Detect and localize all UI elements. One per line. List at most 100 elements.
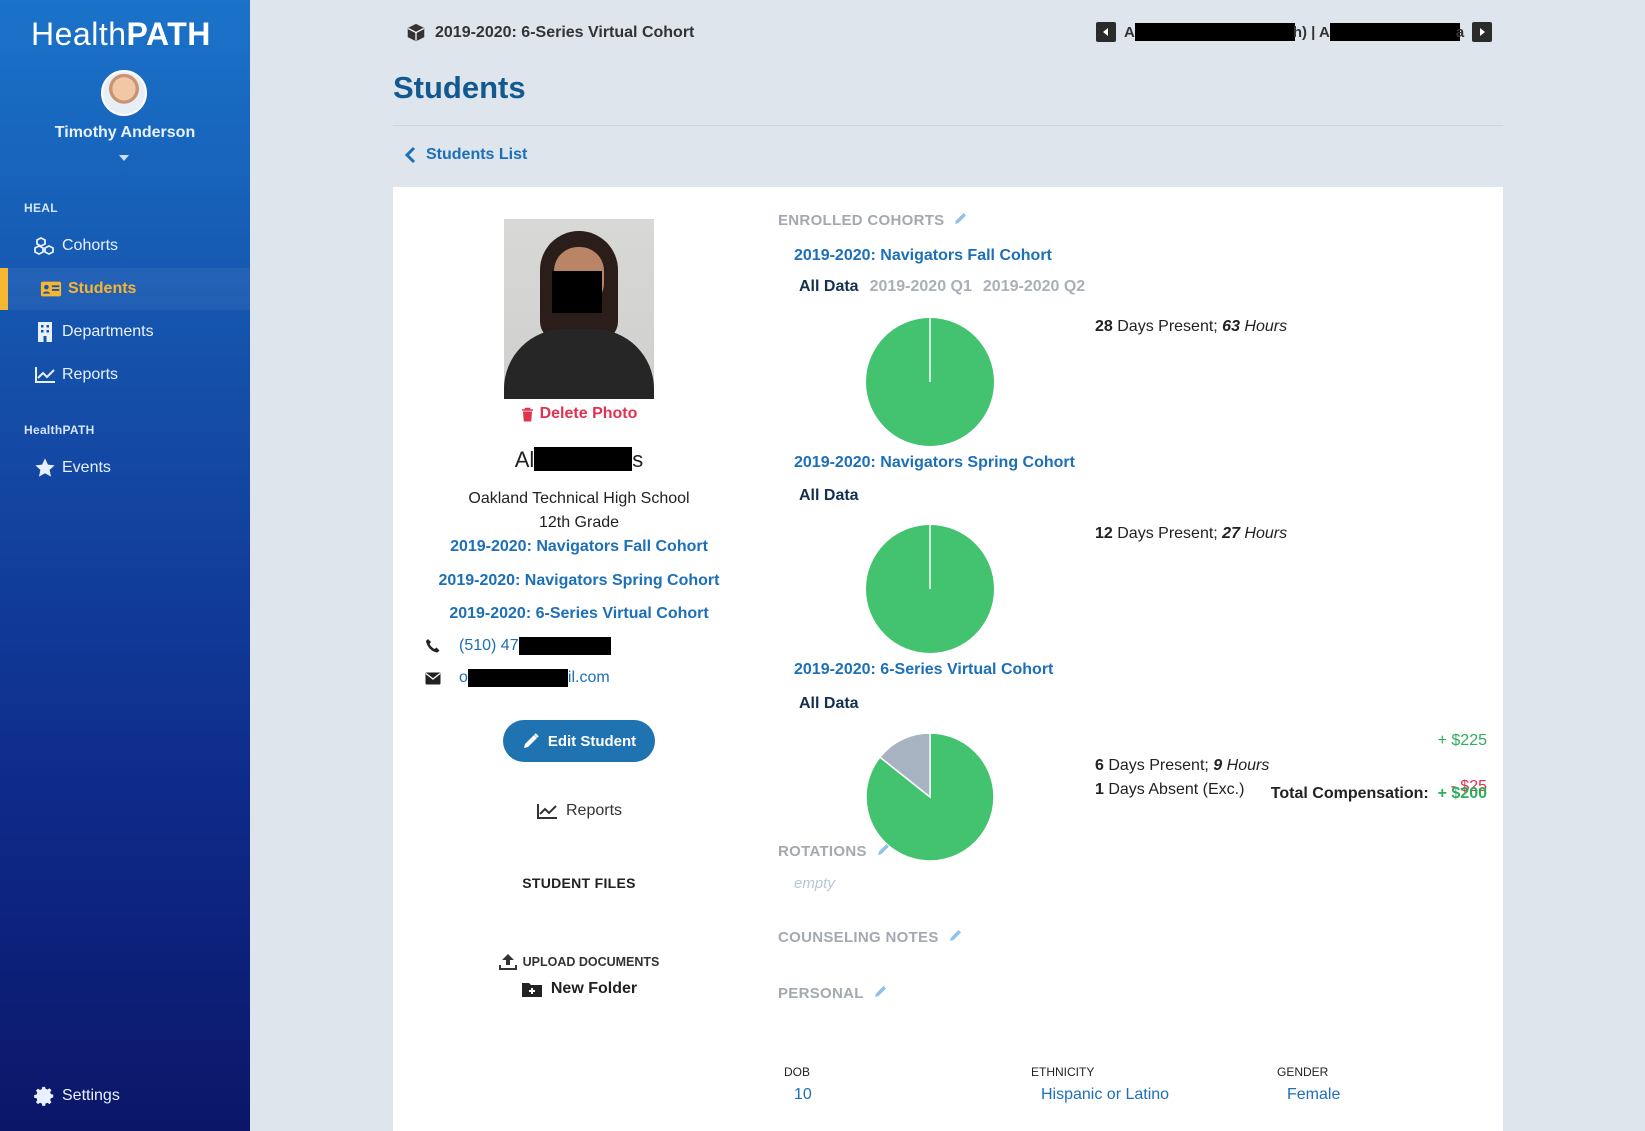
- previous-student-name[interactable]: A: [1124, 24, 1135, 41]
- pencil-icon: [523, 733, 539, 748]
- gear-icon: [34, 1085, 56, 1107]
- counseling-notes-heading: COUNSELING NOTES: [778, 928, 963, 946]
- students-list-link-label: Students List: [426, 146, 528, 163]
- next-student-name[interactable]: a: [1456, 24, 1464, 41]
- cubes-icon: [34, 235, 56, 257]
- phone-number: (510) 47: [459, 637, 519, 654]
- trash-icon: [521, 407, 533, 421]
- enrolled-cohort-name[interactable]: 2019-2020: Navigators Fall Cohort: [794, 247, 1052, 265]
- redaction: [1134, 23, 1295, 41]
- email-start: o: [459, 669, 468, 686]
- sidebar-item-reports[interactable]: Reports: [0, 354, 250, 396]
- sidebar-item-label: Reports: [62, 366, 119, 383]
- redaction: [1329, 23, 1460, 41]
- attendance-summary: 12 Days Present; 27 Hours: [1095, 525, 1288, 542]
- app-logo[interactable]: HealthPATH: [31, 16, 211, 53]
- student-nav-separator: h) | A: [1292, 23, 1330, 41]
- delete-photo-label: Delete Photo: [539, 405, 638, 422]
- section-label-healthpath: HealthPATH: [24, 423, 95, 437]
- new-folder-label: New Folder: [550, 980, 638, 997]
- pencil-icon[interactable]: [874, 984, 888, 1002]
- enrolled-cohorts-heading: ENROLLED COHORTS: [778, 211, 968, 229]
- student-files-heading: STUDENT FILES: [522, 875, 636, 891]
- edit-student-button[interactable]: Edit Student: [503, 720, 655, 762]
- id-card-icon: [40, 278, 62, 300]
- tab-all-data[interactable]: All Data: [799, 278, 859, 296]
- new-folder-button[interactable]: New Folder: [393, 980, 765, 998]
- sidebar-item-events[interactable]: Events: [0, 447, 250, 489]
- tab-q1[interactable]: 2019-2020 Q1: [870, 278, 972, 296]
- students-list-link[interactable]: Students List: [404, 146, 527, 164]
- sidebar-item-label: Events: [62, 459, 111, 476]
- section-label-heal: HEAL: [24, 201, 58, 215]
- enrolled-cohort-name[interactable]: 2019-2020: Navigators Spring Cohort: [794, 454, 1075, 472]
- personal-heading: PERSONAL: [778, 984, 888, 1002]
- cohort-link[interactable]: 2019-2020: Navigators Fall Cohort: [393, 538, 765, 556]
- tab-q2[interactable]: 2019-2020 Q2: [983, 278, 1085, 296]
- sidebar-item-label: Students: [68, 280, 137, 297]
- upload-documents-label: UPLOAD DOCUMENTS: [522, 954, 660, 969]
- upload-documents-button[interactable]: UPLOAD DOCUMENTS: [393, 953, 765, 970]
- delete-photo-button[interactable]: Delete Photo: [393, 405, 765, 423]
- email-contact[interactable]: o il.com: [425, 669, 610, 687]
- sidebar: HealthPATH Timothy Anderson HEAL Cohorts…: [0, 0, 250, 1131]
- grade: 12th Grade: [538, 514, 620, 531]
- user-name[interactable]: Timothy Anderson: [0, 124, 250, 142]
- caret-right-icon: [1480, 28, 1486, 36]
- sidebar-item-label: Settings: [62, 1087, 120, 1104]
- student-photo: [504, 219, 654, 399]
- cohort-period-tabs: All Data: [799, 695, 859, 713]
- redaction: [534, 447, 633, 471]
- phone-contact[interactable]: (510) 47: [425, 637, 611, 655]
- student-card: Delete Photo Al s Oakland Technical High …: [393, 187, 1503, 1131]
- phone-icon: [425, 638, 459, 654]
- attendance-pie: [866, 318, 994, 446]
- pencil-icon[interactable]: [949, 928, 963, 946]
- attendance-summary: 28 Days Present; 63 Hours: [1095, 318, 1288, 335]
- gender-value[interactable]: Female: [1287, 1086, 1340, 1104]
- edit-student-label: Edit Student: [547, 732, 637, 750]
- next-student-button[interactable]: [1472, 22, 1493, 42]
- sidebar-item-cohorts[interactable]: Cohorts: [0, 225, 250, 267]
- avatar[interactable]: [101, 70, 147, 116]
- building-icon: [34, 321, 56, 343]
- student-navigator: A h) | A a: [1096, 22, 1493, 42]
- divider: [393, 125, 1503, 126]
- tab-all-data[interactable]: All Data: [799, 487, 859, 505]
- tab-all-data[interactable]: All Data: [799, 695, 859, 713]
- student-reports-label: Reports: [565, 802, 623, 819]
- cohort-link[interactable]: 2019-2020: 6-Series Virtual Cohort: [393, 605, 765, 623]
- sidebar-item-label: Departments: [62, 323, 154, 340]
- attendance-summary: 6 Days Present; 9 Hours 1 Days Absent (E…: [1095, 757, 1270, 798]
- attendance-pie: [866, 525, 994, 653]
- folder-plus-icon: [521, 982, 542, 997]
- current-cohort-label: 2019-2020: 6-Series Virtual Cohort: [435, 24, 695, 41]
- sidebar-item-departments[interactable]: Departments: [0, 311, 250, 353]
- student-name: Al s: [514, 447, 644, 472]
- rotations-heading: ROTATIONS: [778, 842, 891, 860]
- pencil-icon[interactable]: [954, 211, 968, 229]
- rotations-empty[interactable]: empty: [794, 875, 835, 892]
- ethnicity-value[interactable]: Hispanic or Latino: [1041, 1086, 1169, 1104]
- cohort-period-tabs: All Data 2019-2020 Q1 2019-2020 Q2: [799, 278, 1085, 296]
- redaction: [518, 637, 611, 655]
- dob-value[interactable]: 10: [794, 1086, 812, 1104]
- line-chart-icon: [34, 364, 56, 386]
- caret-left-icon: [1103, 28, 1108, 36]
- cohort-period-tabs: All Data: [799, 487, 859, 505]
- previous-student-button[interactable]: [1096, 22, 1116, 42]
- student-school-info: Oakland Technical High School 12th Grade: [393, 487, 765, 535]
- student-reports-link[interactable]: Reports: [393, 802, 765, 820]
- redaction: [467, 669, 568, 687]
- pencil-icon[interactable]: [877, 842, 891, 860]
- chevron-down-icon[interactable]: [119, 155, 129, 161]
- cube-icon: [405, 22, 427, 44]
- current-cohort[interactable]: 2019-2020: 6-Series Virtual Cohort: [405, 22, 694, 44]
- sidebar-item-settings[interactable]: Settings: [0, 1075, 250, 1117]
- compensation-earned: + $225: [1437, 732, 1487, 749]
- envelope-icon: [425, 672, 459, 685]
- enrolled-cohort-name[interactable]: 2019-2020: 6-Series Virtual Cohort: [794, 661, 1053, 679]
- sidebar-item-students[interactable]: Students: [0, 268, 250, 310]
- gender-label: GENDER: [1277, 1065, 1329, 1079]
- cohort-link[interactable]: 2019-2020: Navigators Spring Cohort: [393, 572, 765, 590]
